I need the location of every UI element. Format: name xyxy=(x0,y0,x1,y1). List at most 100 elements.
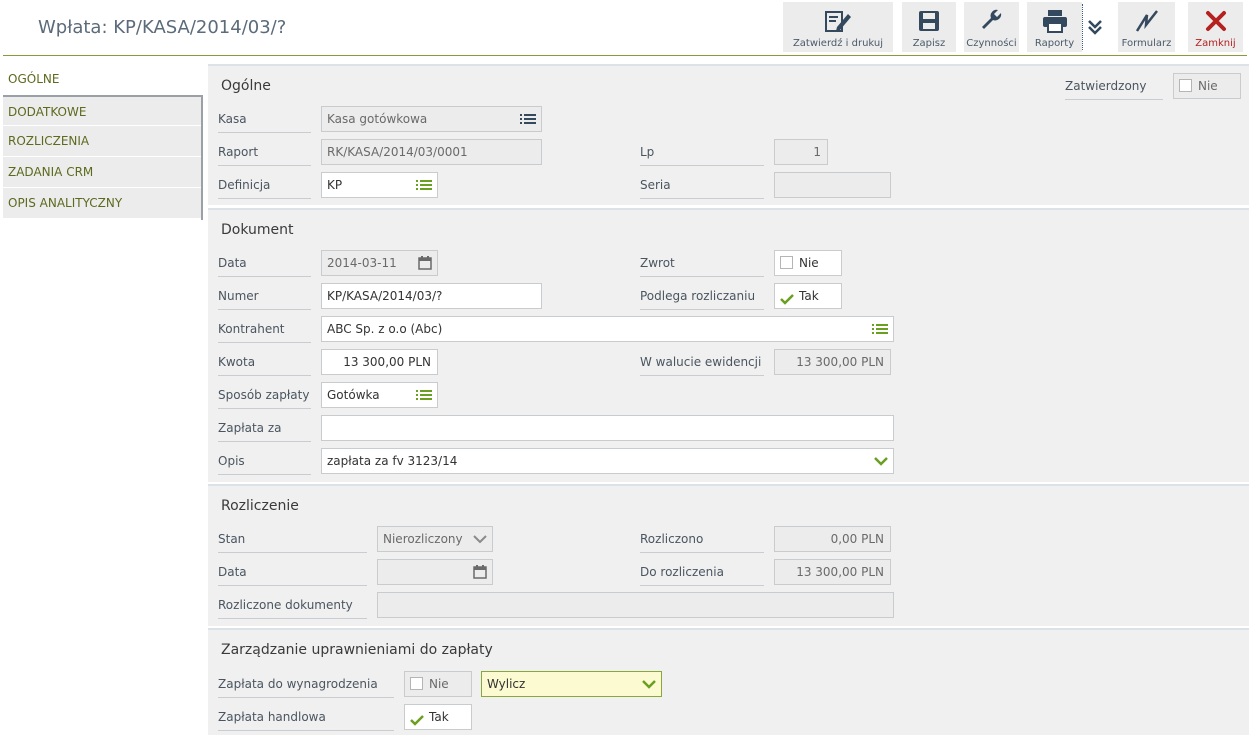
podlega-value: Tak xyxy=(799,289,819,303)
calendar-icon[interactable] xyxy=(418,251,432,275)
opis-value: zapłata za fv 3123/14 xyxy=(327,454,458,468)
stan-dropdown[interactable]: Nierozliczony xyxy=(377,526,493,552)
document-section: Dokument Data 2014-03-11 Zwrot Nie Numer… xyxy=(208,208,1249,482)
toolbar-separator xyxy=(1082,4,1083,50)
definicja-value: KP xyxy=(327,178,343,192)
header: Wpłata: KP/KASA/2014/03/? Zatwierdź i dr… xyxy=(0,0,1249,56)
sposob-field[interactable]: Gotówka xyxy=(321,382,438,408)
wynagrodzenie-label: Zapłata do wynagrodzenia xyxy=(218,677,394,698)
wylicz-dropdown[interactable]: Wylicz xyxy=(481,671,662,697)
reports-button[interactable]: Raporty xyxy=(1027,2,1082,52)
sposob-value: Gotówka xyxy=(327,388,380,402)
raport-label: Raport xyxy=(218,145,311,166)
definicja-label: Definicja xyxy=(218,178,311,199)
list-icon[interactable] xyxy=(416,173,432,197)
calendar-icon[interactable] xyxy=(473,560,487,584)
close-label: Zamknij xyxy=(1195,38,1236,49)
permissions-section-title: Zarządzanie uprawnieniami do zapłaty xyxy=(221,642,493,658)
rozliczono-label: Rozliczono xyxy=(640,532,764,553)
nav-border xyxy=(201,96,203,220)
raport-field[interactable]: RK/KASA/2014/03/0001 xyxy=(321,139,542,165)
zaplata-za-field[interactable] xyxy=(321,415,894,441)
rozliczono-field[interactable]: 0,00 PLN xyxy=(774,526,891,552)
signature-icon xyxy=(1118,8,1175,34)
list-icon[interactable] xyxy=(872,317,888,341)
page-title: Wpłata: KP/KASA/2014/03/? xyxy=(38,17,287,38)
approve-print-icon xyxy=(783,8,893,34)
stan-value: Nierozliczony xyxy=(383,532,463,546)
kwota-field[interactable]: 13 300,00 PLN xyxy=(321,349,438,375)
settlement-data-field[interactable] xyxy=(377,559,493,585)
approved-checkbox-box xyxy=(1179,79,1192,92)
close-icon xyxy=(1188,8,1243,34)
definicja-field[interactable]: KP xyxy=(321,172,438,198)
lp-label: Lp xyxy=(640,145,764,166)
opis-dropdown[interactable]: zapłata za fv 3123/14 xyxy=(321,448,894,474)
permissions-section: Zarządzanie uprawnieniami do zapłaty Zap… xyxy=(208,628,1249,735)
stan-label: Stan xyxy=(218,532,367,553)
general-section-title: Ogólne xyxy=(221,78,271,94)
settlement-section-title: Rozliczenie xyxy=(221,498,299,514)
wynagrodzenie-checkbox-box xyxy=(410,677,423,690)
numer-field[interactable]: KP/KASA/2014/03/? xyxy=(321,283,542,309)
list-icon[interactable] xyxy=(520,107,536,131)
podlega-checkbox[interactable]: Tak xyxy=(774,283,842,309)
form-button[interactable]: Formularz xyxy=(1118,2,1175,52)
zwrot-checkbox[interactable]: Nie xyxy=(774,250,842,276)
approve-print-button[interactable]: Zatwierdź i drukuj xyxy=(783,2,893,52)
seria-field[interactable] xyxy=(774,172,891,198)
dokumenty-field[interactable] xyxy=(377,592,894,618)
sposob-label: Sposób zapłaty xyxy=(218,388,311,409)
chevron-down-icon[interactable] xyxy=(642,672,656,696)
actions-label: Czynności xyxy=(966,38,1017,49)
do-rozliczenia-field[interactable]: 13 300,00 PLN xyxy=(774,559,891,585)
data-value: 2014-03-11 xyxy=(327,256,397,270)
save-label: Zapisz xyxy=(912,38,946,49)
nav-item-crm-tasks[interactable]: ZADANIA CRM xyxy=(3,157,203,188)
kwota-label: Kwota xyxy=(218,355,311,376)
chevron-down-icon[interactable] xyxy=(874,449,888,473)
approve-print-label: Zatwierdź i drukuj xyxy=(792,38,884,49)
printer-icon xyxy=(1027,8,1082,34)
chevron-down-icon[interactable] xyxy=(473,527,487,551)
save-button[interactable]: Zapisz xyxy=(902,2,956,52)
do-rozliczenia-label: Do rozliczenia xyxy=(640,565,764,586)
list-icon[interactable] xyxy=(416,383,432,407)
waluta-field[interactable]: 13 300,00 PLN xyxy=(774,349,891,375)
opis-label: Opis xyxy=(218,454,311,475)
kontrahent-label: Kontrahent xyxy=(218,322,311,343)
reports-dropdown-icon[interactable] xyxy=(1087,18,1105,38)
data-label: Data xyxy=(218,256,311,277)
seria-label: Seria xyxy=(640,178,764,199)
lp-field[interactable]: 1 xyxy=(774,139,828,165)
kasa-field[interactable]: Kasa gotówkowa xyxy=(321,106,542,132)
zaplata-za-label: Zapłata za xyxy=(218,421,311,442)
general-section: Ogólne Zatwierdzony Nie Kasa Kasa gotówk… xyxy=(208,64,1249,205)
wynagrodzenie-checkbox[interactable]: Nie xyxy=(404,671,472,697)
podlega-label: Podlega rozliczaniu xyxy=(640,289,764,310)
handlowa-label: Zapłata handlowa xyxy=(218,710,394,731)
kontrahent-value: ABC Sp. z o.o (Abc) xyxy=(327,322,443,336)
nav-item-general[interactable]: OGÓLNE xyxy=(3,64,203,95)
approved-checkbox[interactable]: Nie xyxy=(1173,73,1241,99)
zwrot-checkbox-box xyxy=(780,256,793,269)
approved-value: Nie xyxy=(1198,79,1218,93)
dokumenty-label: Rozliczone dokumenty xyxy=(218,598,367,619)
header-divider xyxy=(3,55,1247,56)
handlowa-checkbox[interactable]: Tak xyxy=(404,704,472,730)
reports-label: Raporty xyxy=(1034,38,1075,49)
check-icon xyxy=(410,710,424,726)
data-field[interactable]: 2014-03-11 xyxy=(321,250,438,276)
nav-item-additional[interactable]: DODATKOWE xyxy=(3,95,203,126)
nav-item-analytic-description[interactable]: OPIS ANALITYCZNY xyxy=(3,188,203,219)
kontrahent-field[interactable]: ABC Sp. z o.o (Abc) xyxy=(321,316,894,342)
document-section-title: Dokument xyxy=(221,222,294,238)
zwrot-value: Nie xyxy=(799,256,819,270)
wrench-icon xyxy=(964,8,1019,34)
zwrot-label: Zwrot xyxy=(640,256,764,277)
close-button[interactable]: Zamknij xyxy=(1188,2,1243,52)
actions-button[interactable]: Czynności xyxy=(964,2,1019,52)
nav-item-settlements[interactable]: ROZLICZENIA xyxy=(3,126,203,157)
settlement-section: Rozliczenie Stan Nierozliczony Rozliczon… xyxy=(208,484,1249,626)
check-icon xyxy=(780,289,794,305)
